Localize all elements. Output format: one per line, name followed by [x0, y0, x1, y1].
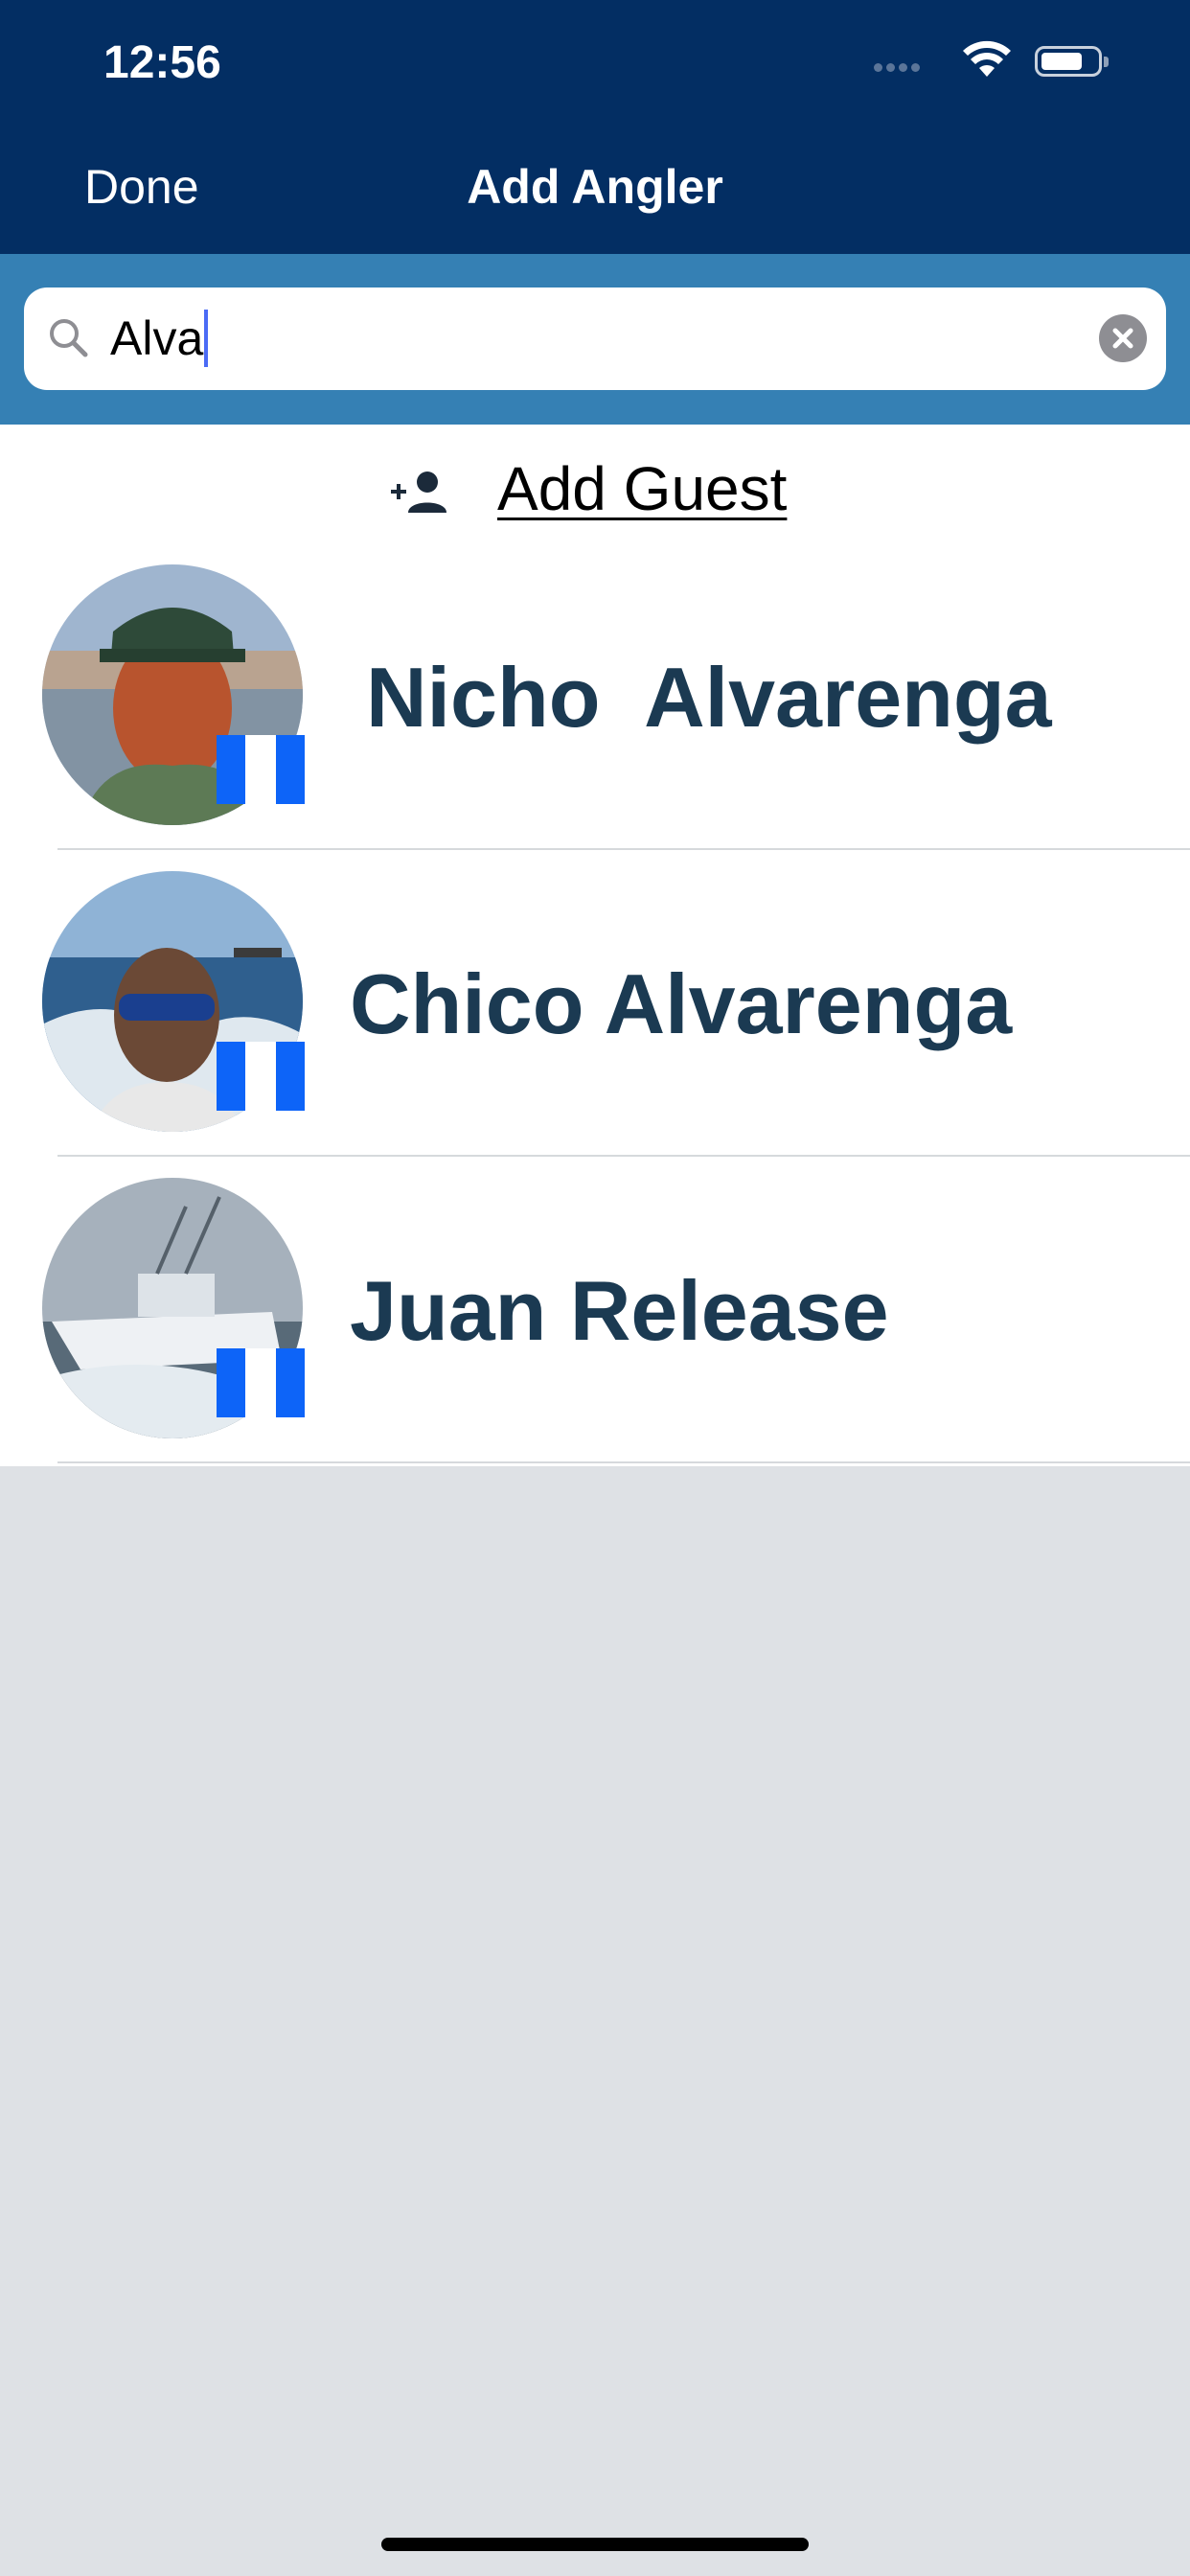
- search-bar: Alva: [0, 254, 1190, 425]
- home-indicator[interactable]: [381, 2538, 809, 2551]
- angler-name: Chico Alvarenga: [350, 956, 1013, 1051]
- list-item[interactable]: Chico Alvarenga: [0, 850, 1190, 1157]
- add-guest-button[interactable]: Add Guest: [0, 425, 1190, 543]
- navigation-header: 12:56 Done Add Angler: [0, 0, 1190, 254]
- guatemala-flag-icon: [217, 1348, 305, 1417]
- guatemala-flag-icon: [217, 1042, 305, 1111]
- list-item[interactable]: Nicho Alvarenga: [0, 543, 1190, 850]
- wifi-icon: [963, 40, 1011, 77]
- status-time: 12:56: [103, 37, 221, 88]
- cellular-signal-icon: [874, 59, 924, 77]
- battery-icon: [1035, 46, 1109, 77]
- page-title: Add Angler: [467, 160, 723, 214]
- angler-list: Add Guest Nicho Alvarenga Chico Alvareng…: [0, 425, 1190, 1466]
- angler-name: Juan Release: [350, 1263, 889, 1358]
- text-caret: [204, 309, 209, 367]
- guatemala-flag-icon: [217, 735, 305, 804]
- add-guest-label[interactable]: Add Guest: [497, 453, 787, 524]
- search-input[interactable]: Alva: [24, 288, 1166, 390]
- add-person-icon: [391, 472, 446, 513]
- search-icon: [50, 319, 88, 357]
- search-input-value[interactable]: Alva: [110, 309, 209, 367]
- status-icons: [874, 40, 1123, 82]
- divider: [57, 1461, 1190, 1463]
- list-item[interactable]: Juan Release: [0, 1157, 1190, 1463]
- angler-name: Nicho Alvarenga: [366, 650, 1052, 745]
- clear-icon[interactable]: [1099, 314, 1147, 362]
